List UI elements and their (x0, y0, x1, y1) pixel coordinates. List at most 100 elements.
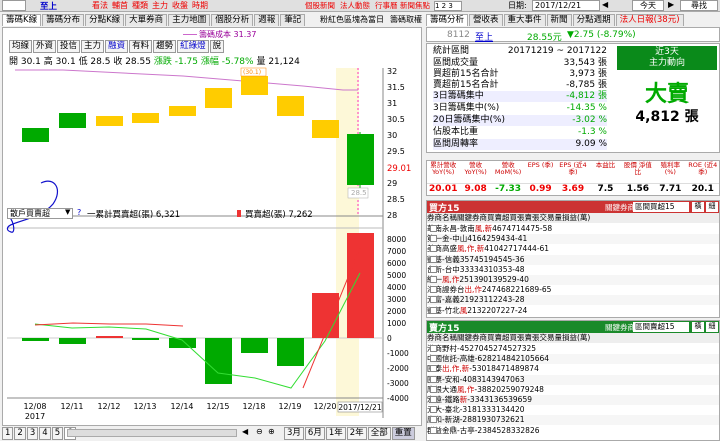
table-row[interactable]: 元大-臺北-3181333134420 (427, 405, 719, 415)
pan-left-icon[interactable]: ◀ (242, 427, 248, 436)
row-checkbox[interactable] (430, 265, 437, 273)
row-checkbox[interactable] (430, 396, 437, 403)
tab-events[interactable]: 重大事件 (503, 14, 546, 26)
top-link-2[interactable]: 輔首 (112, 0, 128, 11)
stock-dropdown[interactable] (2, 0, 26, 11)
column-header[interactable]: 買賣超 (487, 333, 510, 342)
column-header[interactable]: 損益(萬) (562, 213, 590, 222)
help-icon[interactable]: ? (77, 208, 81, 217)
range-3m[interactable]: 3月 (284, 427, 304, 440)
page-4[interactable]: 4 (39, 427, 51, 440)
tab-institutional[interactable]: 法人日報(38元) (615, 14, 684, 26)
top-link-3[interactable]: 種類 (132, 0, 148, 11)
page-1[interactable]: 1 (2, 427, 14, 440)
tab-main-map[interactable]: 主力地圖 (168, 14, 211, 26)
range-all[interactable]: 全部 (367, 427, 391, 440)
range-2y[interactable]: 2年 (346, 427, 367, 440)
top-link-1[interactable]: 看法 (92, 0, 108, 11)
tab-weekly[interactable]: 週報 (254, 14, 280, 26)
tab-big-broker[interactable]: 大單券商 (125, 14, 168, 26)
tab-news[interactable]: 新聞 (546, 14, 572, 26)
column-header[interactable]: 關鍵券商 (457, 213, 487, 222)
stock-link[interactable]: 至上 (475, 30, 493, 43)
page-2[interactable]: 2 (14, 427, 26, 440)
row-checkbox[interactable] (430, 296, 437, 304)
row-checkbox[interactable] (430, 276, 437, 283)
column-header[interactable]: 損益(萬) (562, 333, 590, 342)
table-row[interactable]: 華南永昌-敦南風,新4674714475-58 (427, 224, 719, 234)
tab-stock-analysis[interactable]: 個股分析 (211, 14, 254, 26)
today-button[interactable]: 今天 (632, 0, 664, 11)
chart-scrollbar[interactable] (67, 429, 237, 437)
column-header[interactable]: 賣張 (525, 213, 540, 222)
row-checkbox[interactable] (430, 416, 437, 424)
top-link-4[interactable]: 主力 (152, 0, 168, 11)
column-header[interactable]: 賣張 (525, 333, 540, 342)
row-checkbox[interactable] (430, 345, 437, 352)
sell15-detail-button[interactable]: 細 (706, 322, 718, 332)
prev-date-button[interactable]: ◀ (602, 0, 608, 9)
page-5[interactable]: 5 (51, 427, 64, 440)
column-header[interactable]: 券商名稱 (427, 333, 457, 342)
next-date-button[interactable]: ▶ (668, 0, 674, 9)
date-input[interactable]: 2017/12/21 (532, 0, 600, 11)
table-row[interactable]: 康和-新湖-2881930732621 (427, 415, 719, 426)
row-checkbox[interactable] (430, 225, 437, 232)
buy15-filter-select[interactable]: 區間買超15 (633, 202, 689, 212)
tab-notes[interactable]: 筆記 (280, 14, 306, 26)
row-checkbox[interactable] (430, 375, 437, 383)
right-link-2[interactable]: 法人動態 (340, 0, 370, 11)
column-header[interactable]: 買張 (510, 333, 525, 342)
table-row[interactable]: 第一金-中山4164259434-41 (427, 234, 719, 245)
table-row[interactable]: 國泰出,作,新-53018471489874 (427, 364, 719, 374)
table-row[interactable]: 凱基-竹北風2132207227-24 (427, 306, 719, 316)
table-row[interactable]: 統一風,作251390139529-40 (427, 275, 719, 285)
right-link-4[interactable]: 新聞焦點 (400, 0, 430, 11)
left-select[interactable]: 1 2 3 (434, 1, 462, 11)
top-link-5[interactable]: 收盤 (172, 0, 188, 11)
table-row[interactable]: 凱基-信義35745194545-36 (427, 254, 719, 265)
right-link-3[interactable]: 行事曆 (375, 0, 398, 11)
sell15-horizontal-button[interactable]: 橫 (692, 322, 704, 332)
table-row[interactable]: 中國信託-高雄-628214842105664 (427, 354, 719, 365)
tab-chip-kline[interactable]: 籌碼K線 (2, 14, 42, 26)
tab-revenue[interactable]: 營收表 (469, 14, 503, 26)
column-header[interactable]: 買張 (510, 213, 525, 222)
buy15-detail-button[interactable]: 細 (706, 202, 718, 212)
row-checkbox[interactable] (430, 426, 437, 434)
table-row[interactable]: 港商野村-4527045274527325 (427, 344, 719, 354)
row-checkbox[interactable] (430, 255, 437, 263)
reset-button[interactable]: 重置 (391, 427, 415, 440)
table-row[interactable]: 海商證券台出,作247468221689-65 (427, 285, 719, 295)
table-row[interactable]: 群益金鼎-古亭-2384528332826 (427, 426, 719, 436)
tab-branch-cycle[interactable]: 分點週期 (572, 14, 615, 26)
row-checkbox[interactable] (430, 235, 437, 243)
top-link-6[interactable]: 時期 (192, 0, 208, 11)
search-button[interactable]: 尋找 (680, 0, 718, 11)
column-header[interactable]: 買賣超 (487, 213, 510, 222)
tab-branch-kline[interactable]: 分點K線 (85, 14, 125, 26)
tab-chip-distribution[interactable]: 籌碼分布 (42, 14, 85, 26)
row-checkbox[interactable] (430, 245, 437, 253)
table-row[interactable]: 元富-嘉義21923112243-28 (427, 295, 719, 306)
table-row[interactable]: 美商高盛風,作,新41042717444-61 (427, 244, 719, 254)
buy15-horizontal-button[interactable]: 橫 (692, 202, 704, 212)
zoom-out-icon[interactable]: ⊖ (256, 427, 263, 436)
row-checkbox[interactable] (430, 306, 437, 314)
page-3[interactable]: 3 (26, 427, 39, 440)
row-checkbox[interactable] (430, 406, 437, 414)
sell15-filter-select[interactable]: 區間賣超15 (633, 322, 689, 332)
column-header[interactable]: 交易量 (540, 333, 563, 342)
table-row[interactable]: 台新-台中33334310353-48 (427, 265, 719, 275)
range-1y[interactable]: 1年 (325, 427, 346, 440)
row-checkbox[interactable] (430, 365, 437, 373)
row-checkbox[interactable] (430, 286, 437, 294)
column-header[interactable]: 交易量 (540, 213, 563, 222)
table-row[interactable]: 摩根大通風,作-38820259079248 (427, 385, 719, 395)
indicator-dropdown-icon[interactable]: ▼ (65, 208, 70, 216)
column-header[interactable]: 券商名稱 (427, 213, 457, 222)
indicator-select[interactable]: 散戶買賣超 (7, 208, 73, 219)
table-row[interactable]: 國票-安和-4083143947063 (427, 374, 719, 385)
row-checkbox[interactable] (430, 385, 437, 393)
table-row[interactable]: 宏遠-鐵路新-3343136539659 (427, 395, 719, 405)
